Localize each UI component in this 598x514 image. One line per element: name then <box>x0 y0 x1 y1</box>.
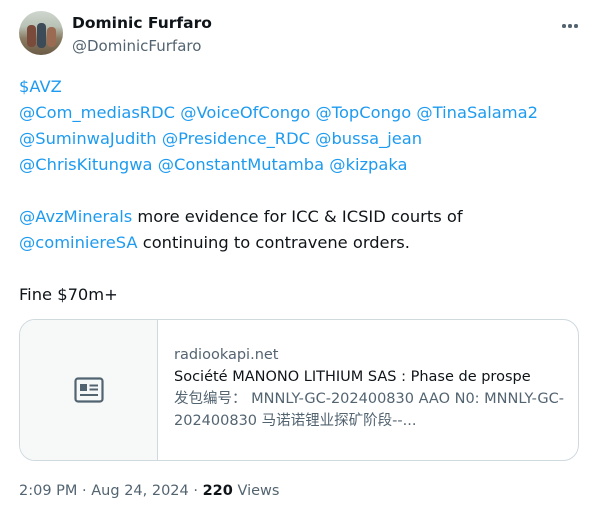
avatar-photo-figure <box>47 27 56 47</box>
tweet-timestamp-time[interactable]: 2:09 PM <box>19 483 77 499</box>
tweet-text-segment: more evidence for ICC & ICSID courts of <box>132 207 463 226</box>
link-card-thumbnail <box>20 320 158 460</box>
mention-link[interactable]: @ConstantMutamba <box>158 155 324 174</box>
tweet-meta: 2:09 PM · Aug 24, 2024 · 220 Views <box>19 481 279 501</box>
meta-separator: · <box>77 483 92 499</box>
views-count: 220 <box>202 483 233 499</box>
tweet-text-segment: continuing to contravene orders. <box>137 233 410 252</box>
mention-link[interactable]: @Com_mediasRDC <box>19 103 175 122</box>
more-horizontal-icon <box>562 24 566 28</box>
link-preview-card[interactable]: radiookapi.net Société MANONO LITHIUM SA… <box>19 319 579 461</box>
link-card-title: Société MANONO LITHIUM SAS : Phase de pr… <box>174 369 531 385</box>
tweet-text: $AVZ @Com_mediasRDC @VoiceOfCongo @TopCo… <box>19 74 589 308</box>
mention-link[interactable]: @SuminwaJudith <box>19 129 157 148</box>
tweet-text-segment: Fine $70m+ <box>19 285 118 304</box>
author-handle[interactable]: @DominicFurfaro <box>72 36 201 56</box>
avatar-photo-figure <box>27 25 36 47</box>
mention-link[interactable]: @VoiceOfCongo <box>180 103 310 122</box>
mention-link[interactable]: @cominiereSA <box>19 233 138 252</box>
link-card-domain: radiookapi.net <box>174 347 279 363</box>
more-options-button[interactable] <box>556 12 584 40</box>
article-icon <box>73 377 104 403</box>
avatar[interactable] <box>19 11 63 55</box>
views-label: Views <box>232 483 280 499</box>
mention-link[interactable]: @TinaSalama2 <box>416 103 538 122</box>
cashtag-link[interactable]: $AVZ <box>19 77 62 96</box>
mention-link[interactable]: @TopCongo <box>316 103 412 122</box>
mention-link[interactable]: @kizpaka <box>329 155 407 174</box>
more-horizontal-icon-dot <box>568 24 572 28</box>
mention-link[interactable]: @ChrisKitungwa <box>19 155 153 174</box>
meta-separator: · <box>188 483 203 499</box>
tweet-timestamp-date[interactable]: Aug 24, 2024 <box>91 483 189 499</box>
more-horizontal-icon-dot <box>574 24 578 28</box>
avatar-photo-figure <box>37 23 46 48</box>
mention-link[interactable]: @Presidence_RDC <box>162 129 310 148</box>
link-card-description: 发包编号： MNNLY-GC-202400830 AAO N0: MNNLY-G… <box>174 391 565 429</box>
mention-link[interactable]: @bussa_jean <box>315 129 422 148</box>
author-name[interactable]: Dominic Furfaro <box>72 13 212 33</box>
mention-link[interactable]: @AvzMinerals <box>19 207 132 226</box>
